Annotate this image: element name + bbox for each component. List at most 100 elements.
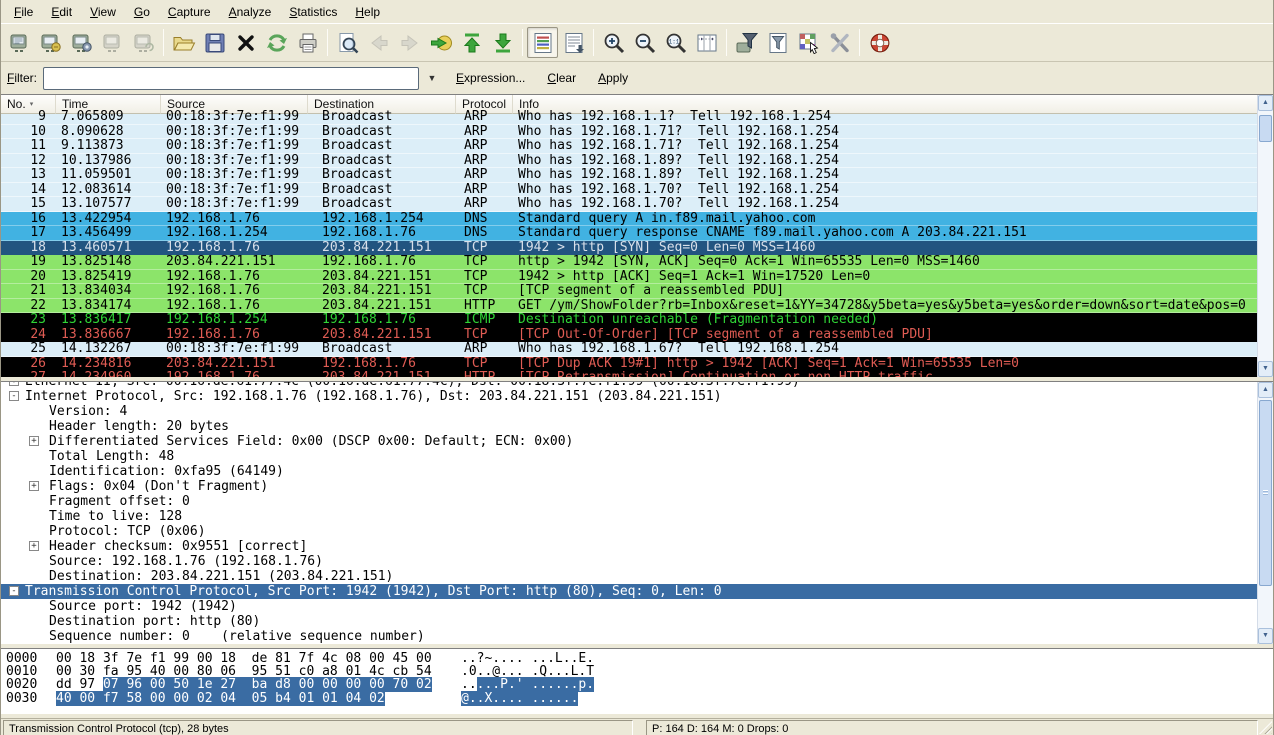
detail-line[interactable]: Time to live: 128 [1,509,1259,524]
hex-row[interactable]: 003040 00 f7 58 00 00 02 04 05 b4 01 01 … [6,692,1273,705]
detail-line[interactable]: Total Length: 48 [1,449,1259,464]
scrollbar-thumb[interactable] [1259,115,1272,142]
packet-row[interactable]: 1613.422954192.168.1.76192.168.1.254DNSS… [1,212,1259,227]
resize-grip[interactable] [1259,721,1272,734]
detail-line[interactable]: Source: 192.168.1.76 (192.168.1.76) [1,554,1259,569]
apply-button[interactable]: Apply [590,68,636,88]
detail-line[interactable]: +Header checksum: 0x9551 [correct] [1,539,1259,554]
capture-options-icon[interactable] [35,27,66,58]
save-icon[interactable] [199,27,230,58]
detail-line[interactable]: Destination port: http (80) [1,614,1259,629]
detail-line[interactable]: -Transmission Control Protocol, Src Port… [1,584,1259,599]
filter-input[interactable] [43,67,419,90]
collapse-icon[interactable]: - [9,586,19,596]
resize-columns-icon[interactable] [691,27,722,58]
packet-row[interactable]: 2514.13226700:18:3f:7e:f1:99BroadcastARP… [1,342,1259,357]
menu-analyze[interactable]: Analyze [220,2,281,22]
packet-list-scrollbar[interactable]: ▲ ▼ [1257,95,1273,377]
interfaces-icon[interactable] [4,27,35,58]
packet-row[interactable]: 2013.825419192.168.1.76203.84.221.151TCP… [1,270,1259,285]
detail-line[interactable]: Header length: 20 bytes [1,419,1259,434]
capture-start-icon[interactable] [66,27,97,58]
menu-edit[interactable]: Edit [42,2,81,22]
zoom-out-icon[interactable] [629,27,660,58]
detail-line[interactable]: -Internet Protocol, Src: 192.168.1.76 (1… [1,389,1259,404]
collapse-icon[interactable]: - [9,391,19,401]
packet-row[interactable]: 2413.836667192.168.1.76203.84.221.151TCP… [1,328,1259,343]
packet-row[interactable]: 2714.234960192.168.1.76203.84.221.151HTT… [1,371,1259,377]
filter-dropdown-icon[interactable]: ▼ [422,68,442,89]
zoom-in-icon[interactable] [598,27,629,58]
menu-capture[interactable]: Capture [159,2,220,22]
expand-icon[interactable]: + [29,541,39,551]
packet-row[interactable]: 2313.836417192.168.1.254192.168.1.76ICMP… [1,313,1259,328]
detail-line[interactable]: Destination: 203.84.221.151 (203.84.221.… [1,569,1259,584]
help-icon[interactable] [864,27,895,58]
menu-help[interactable]: Help [346,2,389,22]
preferences-icon[interactable] [824,27,855,58]
autoscroll-icon[interactable] [558,27,589,58]
cell-destination: Broadcast [308,125,456,140]
packet-row[interactable]: 2113.834034192.168.1.76203.84.221.151TCP… [1,284,1259,299]
menu-view[interactable]: View [81,2,125,22]
cell-time: 13.107577 [56,197,161,212]
detail-line[interactable]: Version: 4 [1,404,1259,419]
reload-icon[interactable] [261,27,292,58]
colorize-icon[interactable] [527,27,558,58]
scroll-up-icon[interactable]: ▲ [1258,95,1273,111]
packet-row[interactable]: 1412.08361400:18:3f:7e:f1:99BroadcastARP… [1,183,1259,198]
detail-line[interactable]: Source port: 1942 (1942) [1,599,1259,614]
packet-row[interactable]: 1210.13798600:18:3f:7e:f1:99BroadcastARP… [1,154,1259,169]
goto-top-icon[interactable] [456,27,487,58]
close-icon[interactable] [230,27,261,58]
expand-icon[interactable]: + [9,381,19,386]
detail-line[interactable]: + Differentiated Services Field: 0x00 (DS… [1,434,1259,449]
packet-row[interactable]: 1713.456499192.168.1.254192.168.1.76DNSS… [1,226,1259,241]
scroll-up-icon[interactable]: ▲ [1258,382,1273,398]
detail-text: Differentiated Services Field: 0x00 (DSC… [49,434,573,449]
packet-row[interactable]: 108.09062800:18:3f:7e:f1:99BroadcastARPW… [1,125,1259,140]
cell-time: 13.836667 [56,328,161,343]
expand-icon[interactable]: + [29,481,39,491]
coloring-rules-icon[interactable] [793,27,824,58]
packet-row[interactable]: 119.11387300:18:3f:7e:f1:99BroadcastARPW… [1,139,1259,154]
packet-row[interactable]: 1913.825148203.84.221.151192.168.1.76TCP… [1,255,1259,270]
detail-line[interactable]: Sequence number: 0 (relative sequence nu… [1,629,1259,644]
scroll-down-icon[interactable]: ▼ [1258,628,1273,644]
expand-icon[interactable]: + [29,436,39,446]
display-filter-icon[interactable] [762,27,793,58]
detail-line[interactable]: Protocol: TCP (0x06) [1,524,1259,539]
packet-row[interactable]: 2213.834174192.168.1.76203.84.221.151HTT… [1,299,1259,314]
menu-file[interactable]: File [5,2,42,22]
open-icon[interactable] [168,27,199,58]
cell-destination: Broadcast [308,342,456,357]
find-icon[interactable] [332,27,363,58]
detail-line[interactable]: +Flags: 0x04 (Don't Fragment) [1,479,1259,494]
hex-row[interactable]: 0020dd 97 07 96 00 50 1e 27 ba d8 00 00 … [6,678,1273,691]
detail-line[interactable]: Fragment offset: 0 [1,494,1259,509]
cell-source: 192.168.1.254 [161,313,308,328]
menu-go[interactable]: Go [125,2,159,22]
zoom-100-icon[interactable]: 1:1 [660,27,691,58]
packet-row[interactable]: 1513.10757700:18:3f:7e:f1:99BroadcastARP… [1,197,1259,212]
detail-line[interactable]: Identification: 0xfa95 (64149) [1,464,1259,479]
scrollbar-thumb[interactable] [1259,400,1272,586]
capture-filter-icon[interactable] [731,27,762,58]
scroll-down-icon[interactable]: ▼ [1258,361,1273,377]
packet-row[interactable]: 97.06580900:18:3f:7e:f1:99BroadcastARPWh… [1,110,1259,125]
detail-line[interactable]: +Ethernet II, Src: 00:16:de:61:77:4c (00… [1,381,1259,389]
cell-info: Standard query A in.f89.mail.yahoo.com [513,212,1259,227]
cell-destination: 192.168.1.76 [308,255,456,270]
details-scrollbar[interactable]: ▲ ▼ [1257,382,1273,644]
packet-row[interactable]: 1813.460571192.168.1.76203.84.221.151TCP… [1,241,1259,256]
menu-statistics[interactable]: Statistics [280,2,346,22]
packet-row[interactable]: 2614.234816203.84.221.151192.168.1.76TCP… [1,357,1259,372]
clear-button[interactable]: Clear [539,68,584,88]
goto-packet-icon[interactable] [425,27,456,58]
detail-text: Destination: 203.84.221.151 (203.84.221.… [49,569,393,584]
cell-destination: 203.84.221.151 [308,299,456,314]
packet-row[interactable]: 1311.05950100:18:3f:7e:f1:99BroadcastARP… [1,168,1259,183]
print-icon[interactable] [292,27,323,58]
goto-bottom-icon[interactable] [487,27,518,58]
expression-button[interactable]: Expression... [448,68,533,88]
